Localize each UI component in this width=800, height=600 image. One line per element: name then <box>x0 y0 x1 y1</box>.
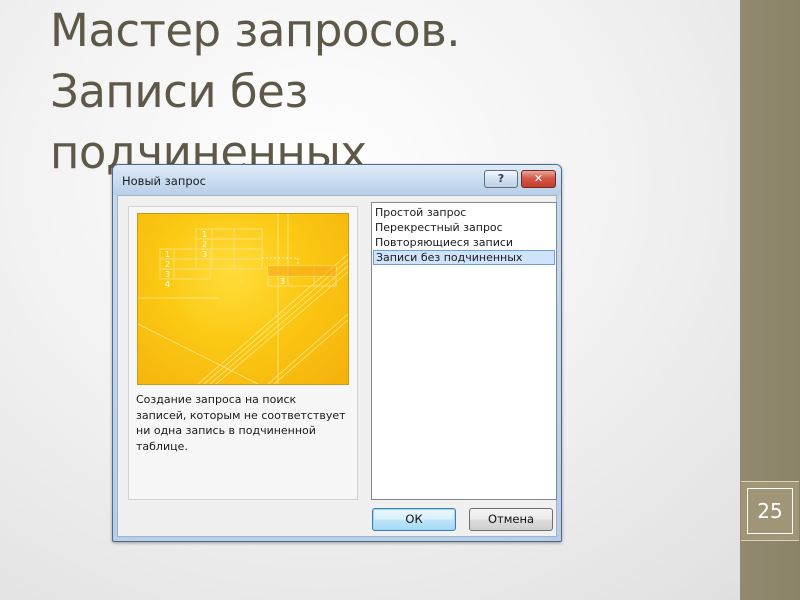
page-number: 25 <box>747 488 793 534</box>
close-button[interactable]: ✕ <box>521 170 556 188</box>
dialog-title: Новый запрос <box>122 174 207 188</box>
list-item-find-unmatched[interactable]: Записи без подчиненных <box>373 250 555 265</box>
list-item-simple-query[interactable]: Простой запрос <box>373 205 555 220</box>
query-type-list[interactable]: Простой запрос Перекрестный запрос Повто… <box>371 202 557 500</box>
preview-number: 1 <box>202 230 207 239</box>
list-item-crosstab-query[interactable]: Перекрестный запрос <box>373 220 555 235</box>
slide-title-line: Записи без <box>50 65 308 118</box>
preview-number: 3 <box>280 277 285 286</box>
ok-button[interactable]: ОК <box>372 508 456 531</box>
preview-number: 1 <box>165 250 170 259</box>
preview-number: 2 <box>165 260 170 269</box>
preview-number: 3 <box>165 270 170 279</box>
preview-number: 2 <box>202 240 207 249</box>
description-panel: 1 2 3 1 2 3 4 3 Создание запроса на поис… <box>128 206 358 500</box>
preview-number: 4 <box>165 280 170 289</box>
dialog-titlebar[interactable]: Новый запрос ? ✕ <box>113 165 561 195</box>
preview-number: 3 <box>202 250 207 259</box>
page-number-badge: 25 <box>741 481 799 541</box>
help-button[interactable]: ? <box>484 170 518 188</box>
list-item-find-duplicates[interactable]: Повторяющиеся записи <box>373 235 555 250</box>
slide-title-line: Мастер запросов. <box>50 4 461 57</box>
cancel-button[interactable]: Отмена <box>469 508 553 531</box>
table-relation-illustration: 1 2 3 1 2 3 4 3 <box>138 214 348 384</box>
wizard-preview-image: 1 2 3 1 2 3 4 3 <box>137 213 349 385</box>
dialog-body: 1 2 3 1 2 3 4 3 Создание запроса на поис… <box>117 195 557 537</box>
wizard-description: Создание запроса на поиск записей, котор… <box>136 393 346 453</box>
slide-title: Мастер запросов. Записи без подчиненных <box>50 0 690 183</box>
new-query-dialog: Новый запрос ? ✕ 1 2 3 1 2 3 4 3 Создани… <box>112 164 562 542</box>
